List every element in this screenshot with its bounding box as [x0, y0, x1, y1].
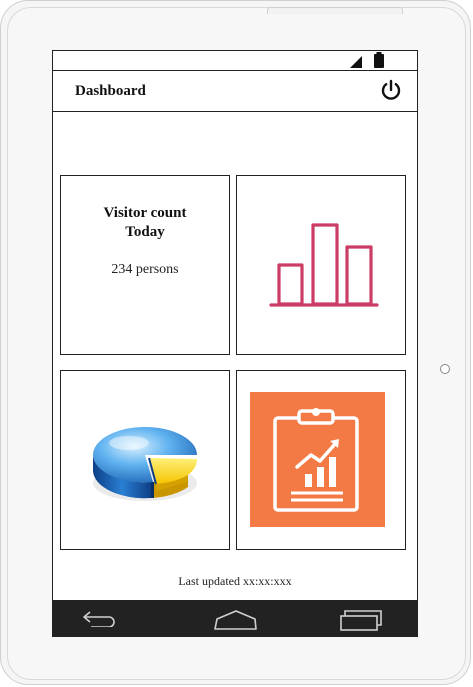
- status-bar: [53, 51, 417, 71]
- screen: Dashboard Visitor count Today 234 person…: [52, 50, 418, 637]
- back-icon[interactable]: [81, 609, 119, 627]
- page-title: Dashboard: [75, 83, 146, 99]
- hardware-home-button[interactable]: [440, 364, 450, 374]
- visitor-count-tile[interactable]: Visitor count Today 234 persons: [60, 175, 230, 355]
- report-clipboard-icon: [250, 392, 385, 527]
- battery-icon: [374, 52, 384, 68]
- power-side-button: [267, 7, 403, 14]
- bar-chart-tile[interactable]: [236, 175, 406, 355]
- last-updated-label: Last updated xx:xx:xxx: [178, 574, 292, 588]
- signal-icon: [350, 56, 362, 68]
- home-icon[interactable]: [214, 609, 258, 631]
- visitor-count-value: 234 persons: [111, 262, 179, 277]
- app-bar: Dashboard: [53, 71, 417, 112]
- power-icon[interactable]: [380, 79, 402, 101]
- pie-chart-icon: [93, 427, 198, 501]
- visitor-title-line2: Today: [125, 224, 165, 240]
- visitor-count-title: Visitor count Today: [61, 204, 229, 242]
- recent-apps-icon[interactable]: [339, 609, 383, 631]
- pie-chart-tile[interactable]: [60, 370, 230, 550]
- report-tile[interactable]: [236, 370, 406, 550]
- bar-chart-icon: [269, 223, 379, 307]
- visitor-title-line1: Visitor count: [103, 205, 187, 221]
- navigation-bar: [53, 600, 417, 636]
